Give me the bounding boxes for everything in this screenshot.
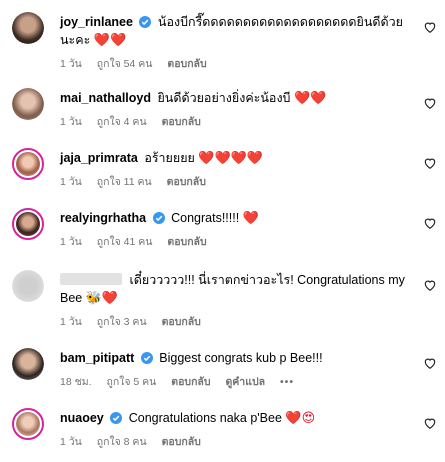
verified-badge-icon xyxy=(139,16,152,28)
avatar-image xyxy=(12,12,44,44)
heart-outline-icon[interactable] xyxy=(423,96,437,110)
comment-emoji: ❤️❤️ xyxy=(293,90,327,105)
comment-like-count[interactable]: ถูกใจ 54 คน xyxy=(97,58,153,70)
avatar[interactable] xyxy=(12,208,44,240)
comment-username[interactable]: nuaoey xyxy=(60,411,104,425)
heart-outline-icon[interactable] xyxy=(423,216,437,230)
heart-outline-icon[interactable] xyxy=(423,356,437,370)
avatar-image xyxy=(12,88,44,120)
comment-emoji: ❤️❤️❤️❤️ xyxy=(198,150,264,165)
verified-badge-icon xyxy=(110,412,123,424)
heart-outline-icon[interactable] xyxy=(423,278,437,292)
comment-like-count[interactable]: ถูกใจ 5 คน xyxy=(106,376,156,388)
comment-time[interactable]: 1 วัน xyxy=(60,316,82,328)
comment-text: Biggest congrats kub p Bee!!! xyxy=(159,351,323,365)
comment-like-count[interactable]: ถูกใจ 8 คน xyxy=(97,436,147,448)
heart-outline-icon[interactable] xyxy=(423,416,437,430)
comment-username[interactable]: joy_rinlanee xyxy=(60,15,133,29)
comment-emoji: ❤️ xyxy=(242,210,259,225)
reply-button[interactable]: ตอบกลับ xyxy=(162,436,201,448)
comment-text: ยินดีด้วยอย่างยิ่งค่ะน้องบี xyxy=(157,91,291,105)
comment-like-count[interactable]: ถูกใจ 41 คน xyxy=(97,236,153,248)
comment-time[interactable]: 18 ชม. xyxy=(60,376,92,388)
comment-text: Congratulations naka p'Bee xyxy=(128,411,282,425)
avatar[interactable] xyxy=(12,88,44,120)
avatar-image xyxy=(12,270,44,302)
comment-username[interactable]: jaja_primrata xyxy=(60,151,138,165)
translate-button[interactable]: ดูคำแปล xyxy=(225,376,265,388)
comment-time[interactable]: 1 วัน xyxy=(60,436,82,448)
heart-outline-icon[interactable] xyxy=(423,20,437,34)
avatar[interactable] xyxy=(12,12,44,44)
comment-text: อร้ายยยย xyxy=(144,151,195,165)
more-options-button[interactable]: ••• xyxy=(280,376,294,388)
comment-emoji: ❤️😍 xyxy=(285,410,316,425)
comment-time[interactable]: 1 วัน xyxy=(60,116,82,128)
avatar-image xyxy=(16,152,40,176)
reply-button[interactable]: ตอบกลับ xyxy=(171,376,210,388)
comment-username[interactable]: realyingrhatha xyxy=(60,211,146,225)
blurred-username xyxy=(60,273,122,285)
comment-emoji: ❤️❤️ xyxy=(93,32,127,47)
comment-username[interactable]: mai_nathalloyd xyxy=(60,91,151,105)
comment-time[interactable]: 1 วัน xyxy=(60,236,82,248)
comment-time[interactable]: 1 วัน xyxy=(60,58,82,70)
avatar-image xyxy=(16,412,40,436)
avatar[interactable] xyxy=(12,148,44,180)
comment-like-count[interactable]: ถูกใจ 4 คน xyxy=(97,116,147,128)
avatar-image xyxy=(16,212,40,236)
avatar[interactable] xyxy=(12,270,44,302)
comment-emoji: 🐝❤️ xyxy=(85,290,119,305)
comment-time[interactable]: 1 วัน xyxy=(60,176,82,188)
avatar[interactable] xyxy=(12,348,44,380)
comment-like-count[interactable]: ถูกใจ 11 คน xyxy=(97,176,152,188)
avatar[interactable] xyxy=(12,408,44,440)
heart-outline-icon[interactable] xyxy=(423,156,437,170)
comment-like-count[interactable]: ถูกใจ 3 คน xyxy=(97,316,147,328)
avatar-image xyxy=(12,348,44,380)
comment-list: joy_rinlanee น้องบีกรี๊ดดดดดดดดดดดดดดดดด… xyxy=(0,0,445,462)
comment-username[interactable]: bam_pitipatt xyxy=(60,351,134,365)
reply-button[interactable]: ตอบกลับ xyxy=(167,236,206,248)
comment-text: Congrats!!!!! xyxy=(171,211,240,225)
reply-button[interactable]: ตอบกลับ xyxy=(167,176,206,188)
reply-button[interactable]: ตอบกลับ xyxy=(162,316,201,328)
verified-badge-icon xyxy=(140,352,153,364)
reply-button[interactable]: ตอบกลับ xyxy=(162,116,201,128)
reply-button[interactable]: ตอบกลับ xyxy=(167,58,206,70)
verified-badge-icon xyxy=(152,212,165,224)
